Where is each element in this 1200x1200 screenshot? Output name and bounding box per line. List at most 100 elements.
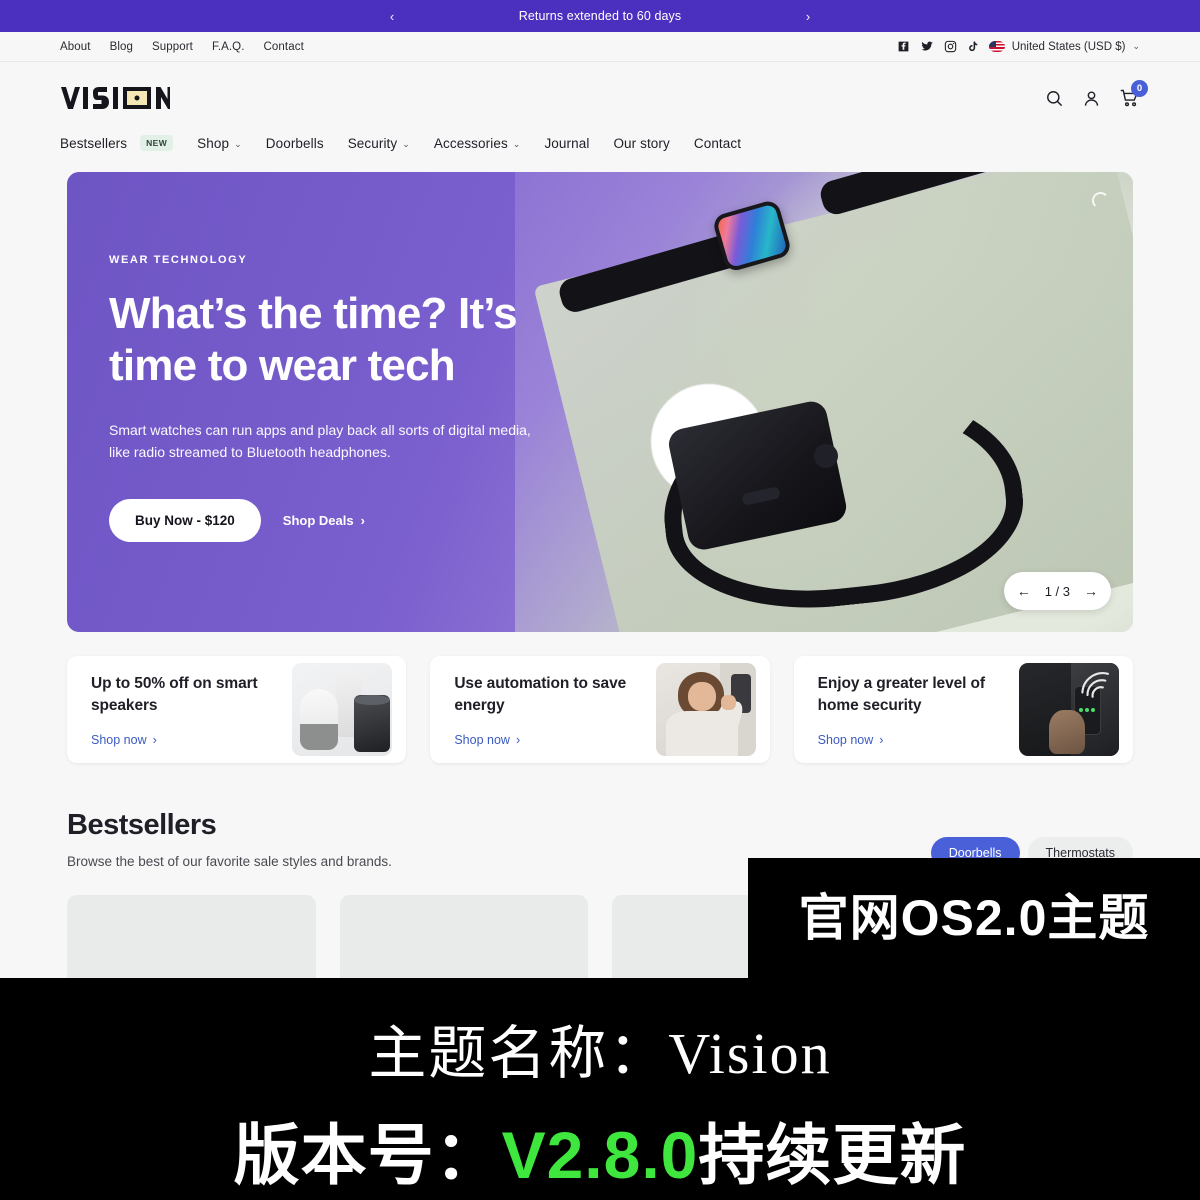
watch-bottom-illustration — [653, 374, 1032, 623]
promo-text: Use automation to save energy Shop now › — [454, 673, 655, 747]
overlay-version-line: 版本号：V2.8.0持续更新 — [0, 1090, 1200, 1198]
promo-text: Up to 50% off on smart speakers Shop now… — [91, 673, 292, 747]
facebook-icon[interactable] — [897, 40, 910, 53]
woman-thermostat-photo — [655, 663, 756, 756]
promo-text: Enjoy a greater level of home security S… — [818, 673, 1019, 747]
nav-item-shop[interactable]: Shop ⌄ — [197, 136, 242, 151]
chevron-left-icon: ‹ — [389, 8, 395, 24]
promo-shop-now-link[interactable]: Shop now › — [91, 733, 282, 747]
locale-label: United States (USD $) — [1011, 40, 1126, 53]
utility-link-contact[interactable]: Contact — [264, 41, 304, 53]
promo-title: Enjoy a greater level of home security — [817, 674, 985, 714]
nav-item-security[interactable]: Security ⌄ — [348, 136, 410, 151]
smart-lock-photo — [1018, 663, 1119, 756]
bestsellers-subtitle: Browse the best of our favorite sale sty… — [67, 854, 392, 869]
nav-item-journal[interactable]: Journal — [544, 136, 589, 151]
promo-link-label: Shop now — [91, 732, 147, 747]
overlay-theme-tag: 官网OS2.0主题 — [748, 858, 1200, 978]
hero-slide-counter: 1 / 3 — [1044, 583, 1070, 599]
hero-subtitle: Smart watches can run apps and play back… — [109, 421, 531, 461]
hero-prev-slide-button[interactable]: ← — [1009, 576, 1039, 606]
hero-shop-deals-link[interactable]: Shop Deals › — [283, 513, 365, 528]
chevron-right-icon: › — [879, 732, 884, 747]
hero-cta-group: Buy Now - $120 Shop Deals › — [109, 499, 621, 543]
overlay-theme-name: 主题名称：Vision — [368, 1021, 832, 1086]
main-nav: Bestsellers NEW Shop ⌄ Doorbells Securit… — [60, 120, 1140, 162]
bestsellers-heading-group: Bestsellers Browse the best of our favor… — [67, 809, 392, 869]
nav-label: Security — [347, 135, 398, 151]
overlay-version-number: V2.8.0 — [501, 1118, 699, 1192]
utility-link-about[interactable]: About — [60, 41, 91, 53]
nav-label: Doorbells — [265, 135, 324, 151]
locale-selector[interactable]: United States (USD $) ⌄ — [988, 40, 1140, 53]
chevron-right-icon: › — [805, 8, 811, 24]
bestsellers-title: Bestsellers — [67, 809, 217, 841]
cart-count-badge: 0 — [1131, 80, 1148, 97]
utility-right: United States (USD $) ⌄ — [897, 40, 1140, 53]
overlay-version-suffix: 持续更新 — [698, 1118, 967, 1192]
utility-bar: About Blog Support F.A.Q. Contact United… — [0, 32, 1200, 62]
utility-link-support[interactable]: Support — [152, 41, 193, 53]
hero-slider-controls: ← 1 / 3 → — [1003, 572, 1111, 610]
nav-item-doorbells[interactable]: Doorbells — [266, 136, 324, 151]
nav-label: Journal — [544, 135, 590, 151]
hero-banner: WEAR TECHNOLOGY What’s the time? It’s ti… — [67, 172, 1133, 632]
overlay-theme-tag-text: 官网OS2.0主题 — [798, 890, 1150, 946]
social-links — [897, 40, 979, 53]
header-top-row: 0 — [60, 76, 1148, 120]
us-flag-icon — [988, 41, 1005, 52]
promo-title: Use automation to save energy — [454, 674, 627, 714]
nav-label: Accessories — [433, 135, 508, 151]
utility-links: About Blog Support F.A.Q. Contact — [60, 41, 304, 53]
nav-item-contact[interactable]: Contact — [694, 136, 741, 151]
nav-item-our-story[interactable]: Our story — [613, 136, 669, 151]
nav-label: Shop — [197, 135, 230, 151]
utility-link-faq[interactable]: F.A.Q. — [212, 41, 245, 53]
hero-title: What’s the time? It’s time to wear tech — [109, 289, 518, 390]
nav-label: Our story — [613, 135, 670, 151]
announcement-next-button[interactable]: › — [792, 0, 824, 32]
chevron-down-icon: ⌄ — [1132, 41, 1140, 51]
nav-label: Contact — [693, 135, 742, 151]
hero-copy: WEAR TECHNOLOGY What’s the time? It’s ti… — [67, 172, 621, 632]
promo-card-security[interactable]: Enjoy a greater level of home security S… — [793, 656, 1133, 763]
new-badge: NEW — [140, 135, 174, 151]
hero-shop-deals-label: Shop Deals — [282, 513, 354, 529]
announcement-bar: ‹ Returns extended to 60 days › — [0, 0, 1200, 32]
chevron-down-icon: ⌄ — [512, 138, 521, 149]
hero-buy-now-button[interactable]: Buy Now - $120 — [109, 499, 261, 543]
smart-speakers-photo — [292, 663, 393, 756]
hero-eyebrow: WEAR TECHNOLOGY — [109, 254, 248, 266]
header-icons: 0 — [1045, 80, 1148, 108]
overlay-version-prefix: 版本号： — [233, 1118, 502, 1192]
announcement-text: Returns extended to 60 days — [518, 9, 682, 23]
instagram-icon[interactable] — [944, 40, 957, 53]
chevron-right-icon: › — [515, 732, 521, 747]
cart-icon[interactable]: 0 — [1119, 80, 1148, 108]
chevron-down-icon: ⌄ — [234, 138, 242, 149]
promo-card-automation[interactable]: Use automation to save energy Shop now › — [430, 656, 770, 763]
chevron-down-icon: ⌄ — [402, 138, 410, 149]
nav-item-accessories[interactable]: Accessories ⌄ — [434, 136, 521, 151]
page-root: ‹ Returns extended to 60 days › About Bl… — [0, 0, 1200, 1200]
hero-next-slide-button[interactable]: → — [1076, 576, 1106, 606]
promo-link-label: Shop now — [817, 732, 874, 747]
account-icon[interactable] — [1082, 89, 1101, 108]
promo-shop-now-link[interactable]: Shop now › — [818, 733, 1009, 747]
announcement-prev-button[interactable]: ‹ — [376, 0, 408, 32]
promo-shop-now-link[interactable]: Shop now › — [454, 733, 645, 747]
logo[interactable] — [60, 83, 170, 113]
hero-loading-icon — [1092, 192, 1109, 209]
search-icon[interactable] — [1045, 89, 1064, 108]
promo-title: Up to 50% off on smart speakers — [91, 674, 258, 714]
promo-card-row: Up to 50% off on smart speakers Shop now… — [67, 656, 1133, 763]
promo-link-label: Shop now — [454, 732, 510, 747]
twitter-icon[interactable] — [920, 40, 934, 53]
promo-card-speakers[interactable]: Up to 50% off on smart speakers Shop now… — [67, 656, 407, 763]
overlay-bottom-banner: 主题名称：Vision 版本号：V2.8.0持续更新 — [0, 978, 1200, 1200]
utility-link-blog[interactable]: Blog — [110, 41, 133, 53]
chevron-right-icon: › — [360, 513, 365, 529]
site-header: 0 Bestsellers NEW Shop ⌄ Doorbells Secur… — [0, 62, 1200, 162]
tiktok-icon[interactable] — [967, 40, 979, 53]
nav-item-bestsellers[interactable]: Bestsellers NEW — [60, 135, 174, 151]
